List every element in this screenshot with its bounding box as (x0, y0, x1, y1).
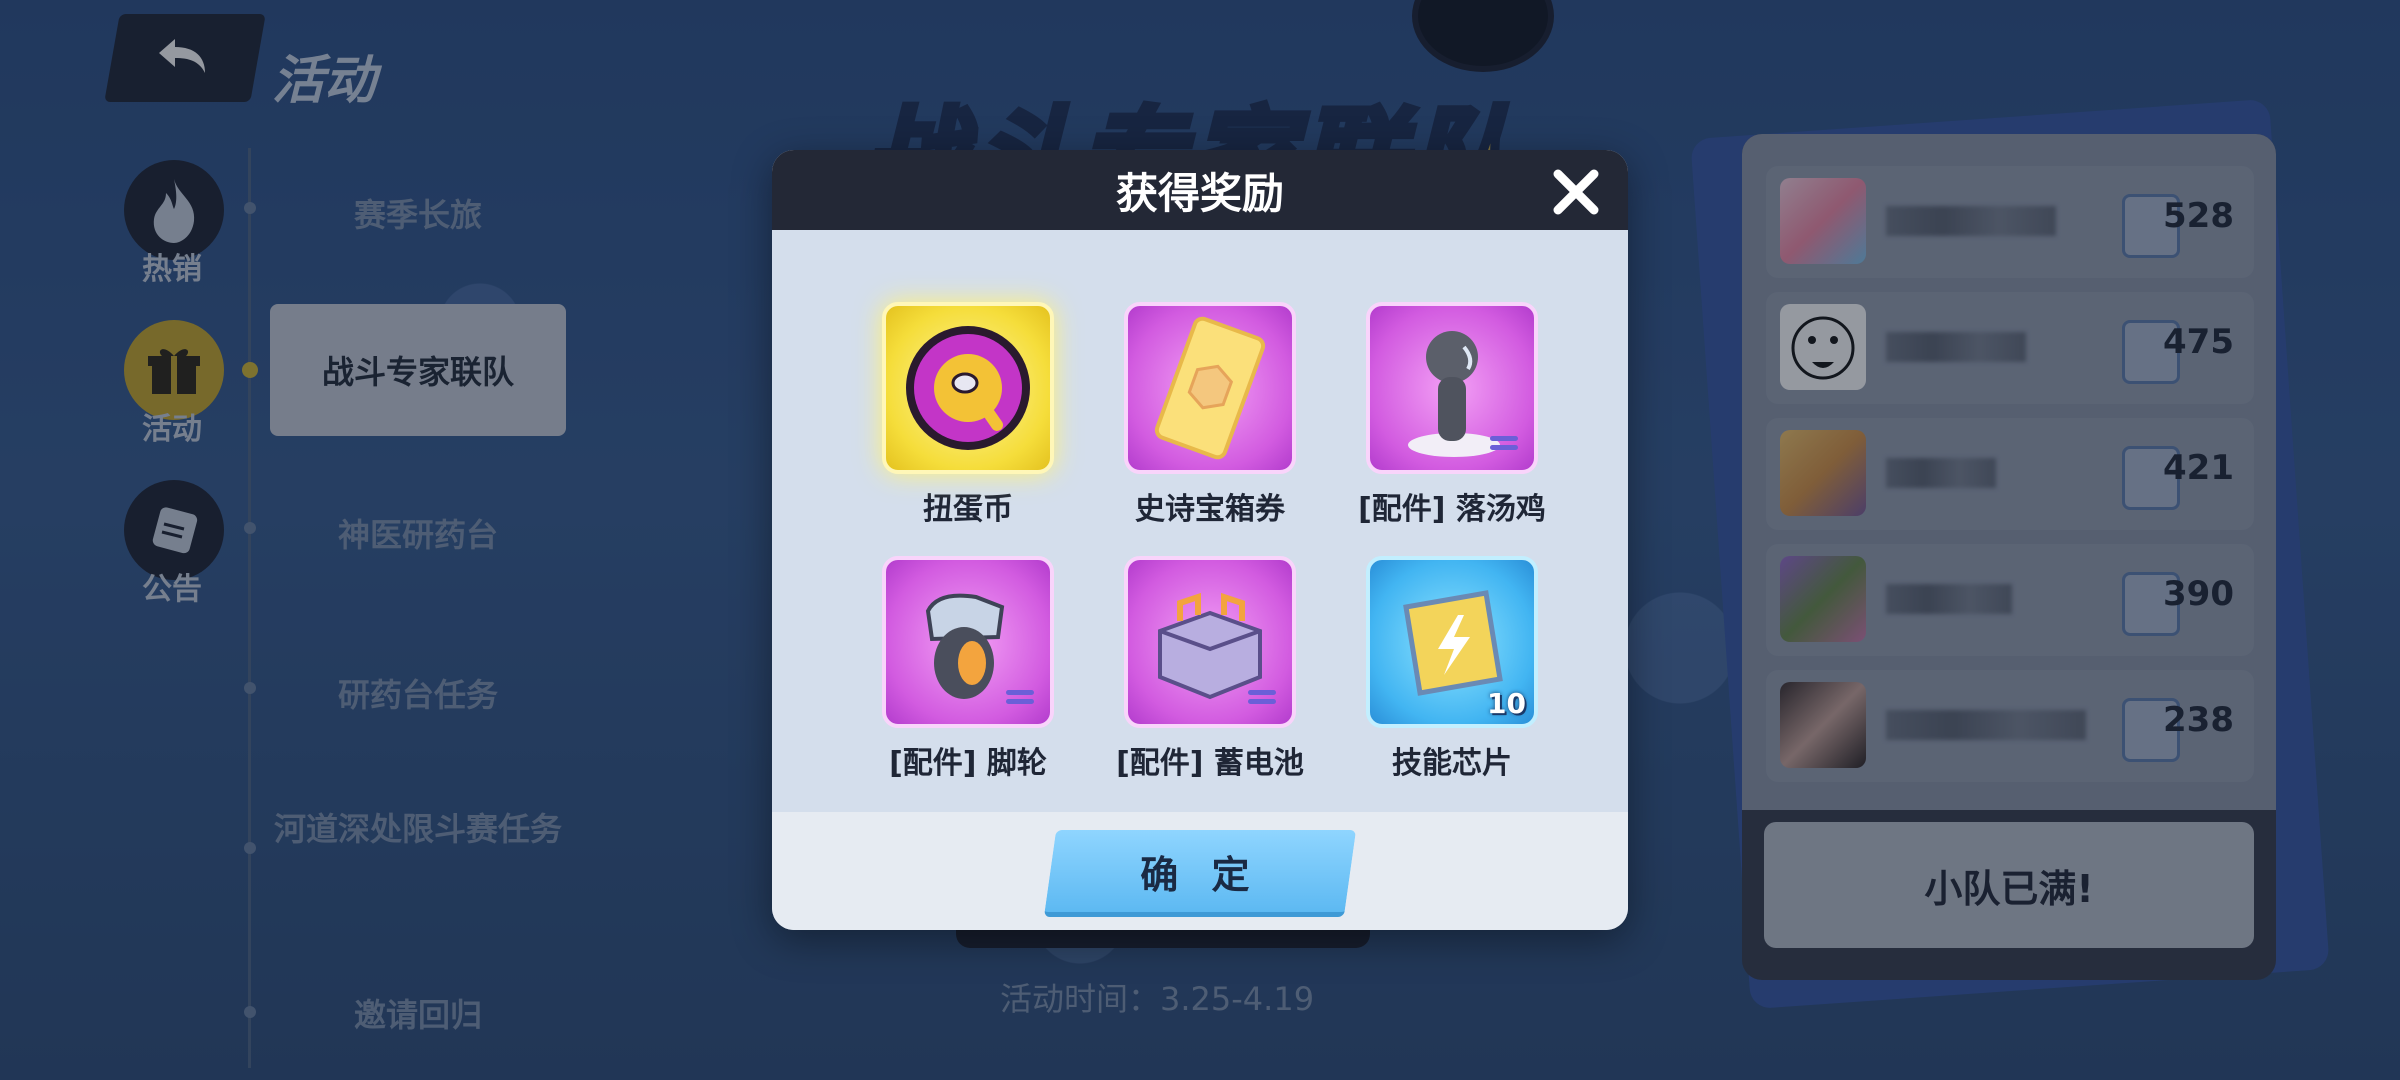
reward-item[interactable]: [配件] 落汤鸡 (1332, 302, 1572, 528)
reward-item[interactable]: 史诗宝箱券 (1090, 302, 1330, 528)
close-icon (1553, 169, 1599, 215)
confirm-button-label: 确 定 (1140, 852, 1260, 897)
reward-label: 技能芯片 (1392, 746, 1512, 781)
parts-mark-icon (1006, 690, 1034, 708)
reward-item[interactable]: 扭蛋币 (848, 302, 1088, 528)
reward-item[interactable]: [配件] 蓄电池 (1090, 556, 1330, 782)
reward-label: [配件] 脚轮 (889, 746, 1047, 781)
reward-tile (1366, 302, 1538, 474)
reward-label: 史诗宝箱券 (1135, 492, 1285, 527)
gacha-coin-icon (906, 326, 1030, 450)
parts-mark-icon (1490, 436, 1518, 454)
reward-tile (1124, 556, 1296, 728)
reward-dialog: 获得奖励 扭蛋币 史诗宝箱券 [配件] 落汤鸡 [配件] 脚轮 [配件] 蓄电池… (772, 150, 1628, 930)
reward-tile: 10 (1366, 556, 1538, 728)
reward-label: [配件] 蓄电池 (1116, 746, 1304, 781)
confirm-button[interactable]: 确 定 (1043, 830, 1357, 917)
reward-tile (1124, 302, 1296, 474)
reward-dialog-title: 获得奖励 (1115, 168, 1284, 218)
reward-grid: 扭蛋币 史诗宝箱券 [配件] 落汤鸡 [配件] 脚轮 [配件] 蓄电池 10 技… (772, 230, 1628, 812)
close-button[interactable] (1548, 164, 1604, 220)
epic-chest-ticket-icon (1154, 316, 1266, 460)
reward-tile (882, 302, 1054, 474)
reward-dialog-header: 获得奖励 (772, 150, 1628, 230)
reward-item[interactable]: 10 技能芯片 (1332, 556, 1572, 782)
reward-label: 扭蛋币 (923, 492, 1013, 527)
reward-item[interactable]: [配件] 脚轮 (848, 556, 1088, 782)
reward-dialog-footer: 确 定 (772, 812, 1628, 930)
reward-quantity: 10 (1487, 687, 1526, 720)
parts-mark-icon (1248, 690, 1276, 708)
reward-tile (882, 556, 1054, 728)
reward-label: [配件] 落汤鸡 (1358, 492, 1546, 527)
